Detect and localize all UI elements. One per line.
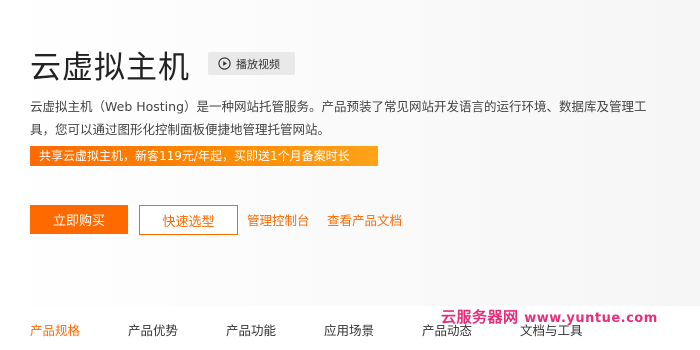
quick-select-button[interactable]: 快速选型 [139,205,238,235]
buy-now-button[interactable]: 立即购买 [30,205,128,234]
product-tabs: 产品规格 产品优势 产品功能 应用场景 产品动态 文档与工具 [0,320,700,350]
play-video-button[interactable]: 播放视频 [208,52,295,75]
product-description: 云虚拟主机（Web Hosting）是一种网站托管服务。产品预装了常见网站开发语… [30,99,647,137]
tab-scenarios[interactable]: 应用场景 [324,320,374,339]
hero-section: 云虚拟主机 播放视频 云虚拟主机（Web Hosting）是一种网站托管服务。产… [0,0,700,306]
promo-banner[interactable]: 共享云虚拟主机，新客119元/年起，买即送1个月备案时长 [30,146,378,166]
play-video-label: 播放视频 [236,57,280,71]
tab-features[interactable]: 产品功能 [226,320,276,339]
product-docs-link[interactable]: 查看产品文档 [327,210,402,229]
page-title: 云虚拟主机 [30,50,190,86]
management-console-link[interactable]: 管理控制台 [247,210,310,229]
tab-specs[interactable]: 产品规格 [30,320,80,339]
tab-advantages[interactable]: 产品优势 [128,320,178,339]
tab-docs-tools[interactable]: 文档与工具 [520,320,583,339]
play-circle-icon [218,57,231,70]
tab-updates[interactable]: 产品动态 [422,320,472,339]
